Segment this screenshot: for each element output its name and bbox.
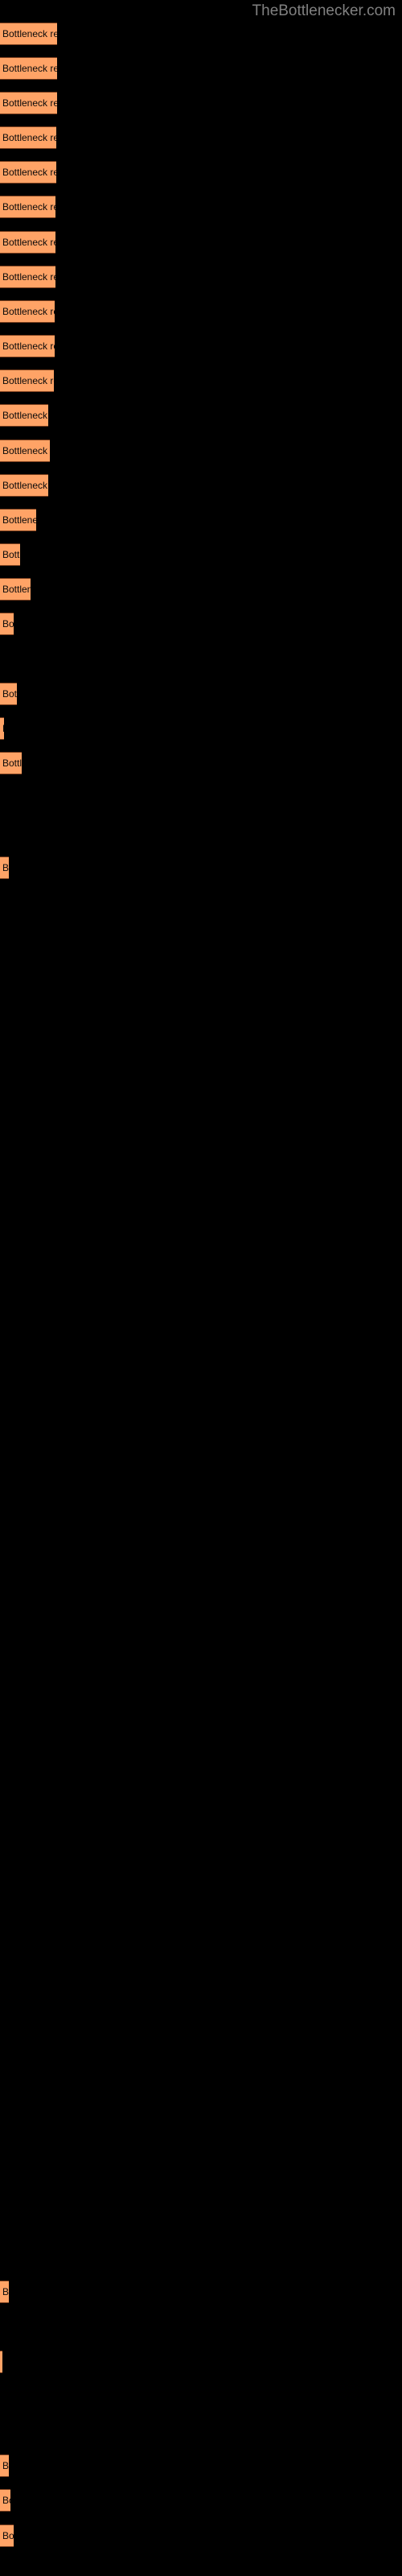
bar-label: Bottleneck result (2, 723, 4, 734)
bar-22[interactable]: Bottleneck result (0, 752, 22, 774)
bar-label: Bottleneck result (2, 237, 55, 248)
bar-label: Bottleneck result (2, 480, 48, 491)
bar-label: Bottleneck result (2, 584, 31, 595)
bar-label: Bottleneck result (2, 688, 17, 700)
bar-5[interactable]: Bottleneck result (0, 161, 56, 184)
bottleneck-chart-page: TheBottlenecker.com Bottleneck result Bot… (0, 0, 402, 2576)
bar-18[interactable]: Bottleneck result (0, 613, 14, 635)
bar-11[interactable]: Bottleneck result (0, 369, 54, 392)
bar-label: Bottleneck result (2, 341, 55, 352)
bar-label: Bottleneck result (2, 2286, 9, 2297)
bar-13[interactable]: Bottleneck result (0, 440, 50, 462)
bar-label: Bottleneck result (2, 862, 9, 873)
bar-21[interactable]: Bottleneck result (0, 717, 4, 740)
bar-label: Bottleneck result (2, 445, 50, 456)
bar-label: Bottleneck result (2, 2460, 9, 2471)
bar-17[interactable]: Bottleneck result (0, 578, 31, 601)
bar-9[interactable]: Bottleneck result (0, 300, 55, 323)
bar-label: Bottleneck result (2, 63, 57, 74)
bar-7[interactable]: Bottleneck result (0, 231, 55, 254)
bar-16[interactable]: Bottleneck result (0, 543, 20, 566)
bar-4[interactable]: Bottleneck result (0, 126, 56, 149)
bar-14[interactable]: Bottleneck result (0, 474, 48, 497)
bar-label: Bottleneck result (2, 375, 54, 386)
bar-label: Bottleneck result (2, 549, 20, 560)
bar-label: Bottleneck result (2, 2530, 14, 2541)
bar-label: Bottleneck result (2, 410, 48, 421)
bar-10[interactable]: Bottleneck result (0, 335, 55, 357)
bar-20[interactable]: Bottleneck result (0, 683, 17, 705)
bar-68[interactable]: Bottleneck result (0, 2351, 2, 2373)
bar-25[interactable]: Bottleneck result (0, 857, 9, 879)
bar-66[interactable]: Bottleneck result (0, 2281, 9, 2303)
bar-73[interactable]: Bottleneck result (0, 2524, 14, 2547)
bar-71[interactable]: Bottleneck result (0, 2454, 9, 2477)
bar-3[interactable]: Bottleneck result (0, 92, 57, 114)
bar-label: Bottleneck result (2, 167, 56, 178)
bar-12[interactable]: Bottleneck result (0, 404, 48, 427)
bar-label: Bottleneck result (2, 97, 57, 109)
bar-label: Bottleneck result (2, 28, 57, 39)
bar-1[interactable]: Bottleneck result (0, 23, 57, 45)
bar-label: Bottleneck result (2, 2495, 10, 2506)
bar-label: Bottleneck result (2, 514, 36, 526)
bar-label: Bottleneck result (2, 618, 14, 630)
bar-label: Bottleneck result (2, 271, 55, 283)
page-title: TheBottlenecker.com (252, 2, 396, 19)
bar-6[interactable]: Bottleneck result (0, 196, 55, 218)
bar-8[interactable]: Bottleneck result (0, 266, 55, 288)
bar-label: Bottleneck result (2, 306, 55, 317)
bar-15[interactable]: Bottleneck result (0, 509, 36, 531)
bar-label: Bottleneck result (2, 132, 56, 143)
bar-label: Bottleneck result (2, 201, 55, 213)
bar-72[interactable]: Bottleneck result (0, 2489, 10, 2512)
bar-label: Bottleneck result (2, 758, 22, 769)
bar-2[interactable]: Bottleneck result (0, 57, 57, 80)
